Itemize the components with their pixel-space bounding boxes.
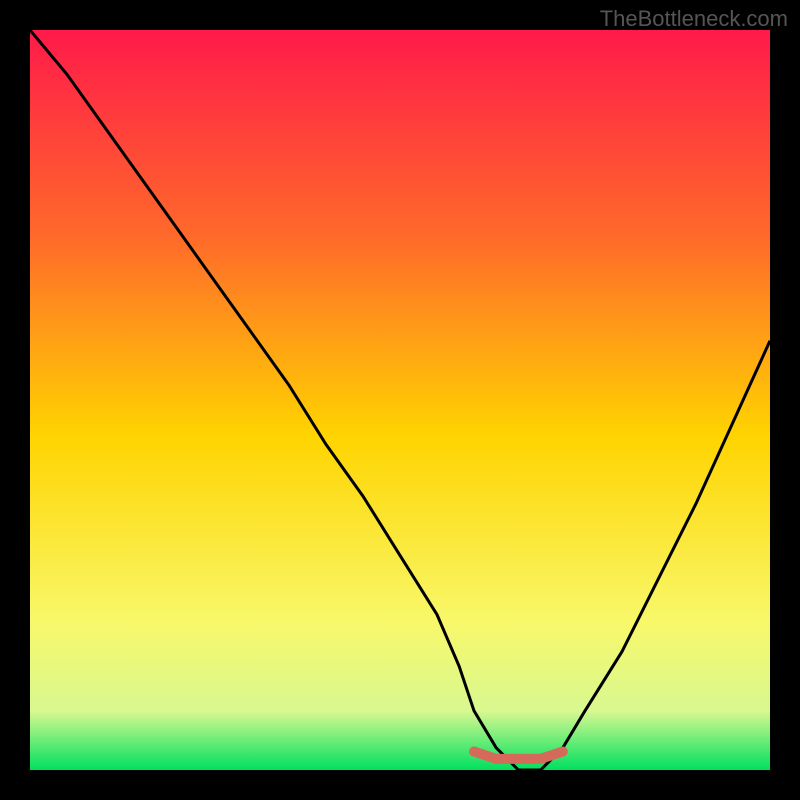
flat-zone-marker <box>474 752 563 759</box>
watermark-text: TheBottleneck.com <box>600 6 788 32</box>
curve-layer <box>30 30 770 770</box>
bottleneck-curve <box>30 30 770 770</box>
plot-area <box>30 30 770 770</box>
